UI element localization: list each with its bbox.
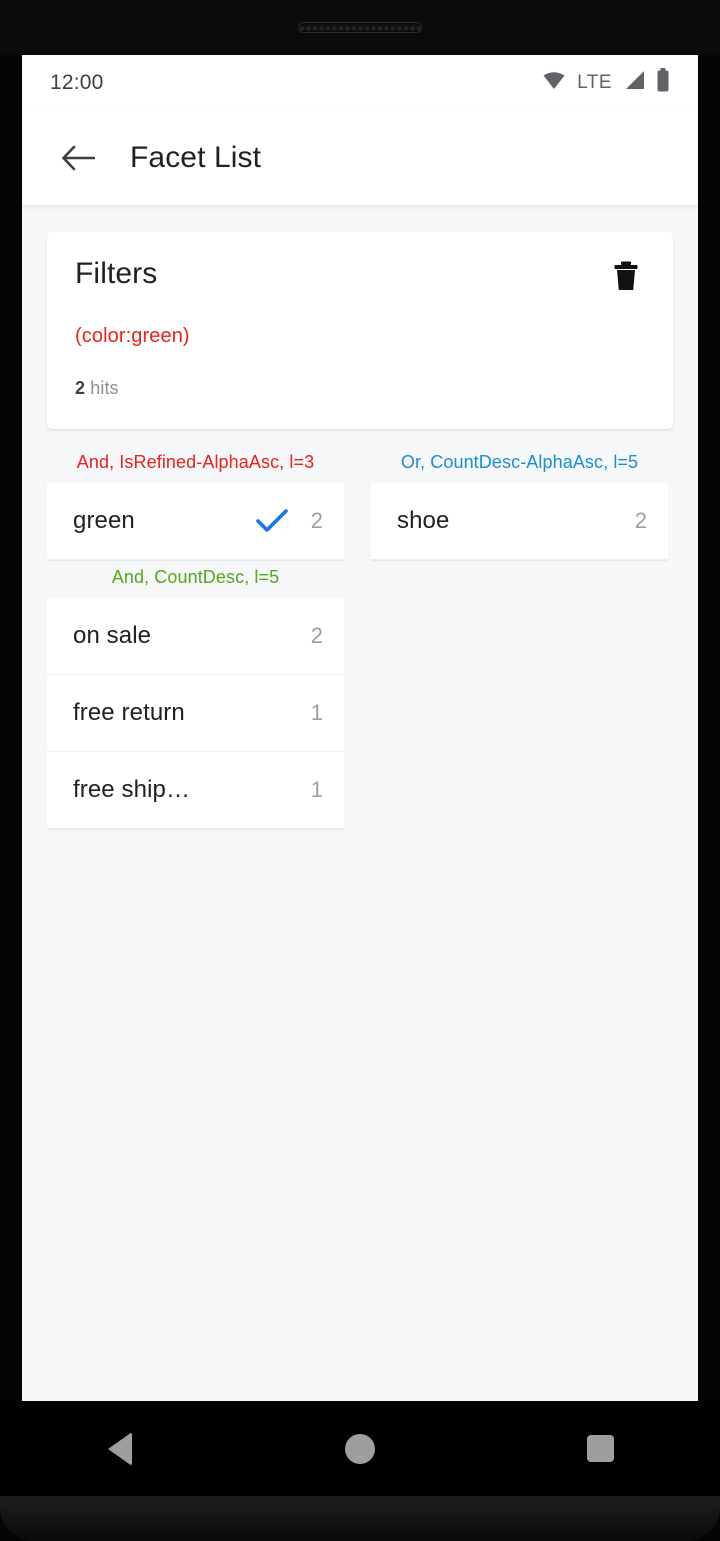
nav-recents-button[interactable] <box>545 1414 655 1484</box>
filters-hits-summary: 2 hits <box>75 378 645 399</box>
page-title: Facet List <box>130 140 262 174</box>
facet-label: on sale <box>73 622 152 649</box>
device-bottom-bezel <box>0 1496 720 1541</box>
facet-count: 2 <box>310 623 323 648</box>
facet-grid: And, IsRefined-AlphaAsc, l=3 green 2 Or, Co… <box>47 445 673 829</box>
battery-icon <box>656 68 670 97</box>
network-type-label: LTE <box>577 71 612 93</box>
status-icon-group: LTE <box>542 68 670 97</box>
facet-row[interactable]: green 2 <box>47 483 344 560</box>
facet-row[interactable]: free return 1 <box>47 675 344 752</box>
facet-label: green <box>73 507 135 534</box>
speaker-grille <box>299 25 421 32</box>
facet-row[interactable]: on sale 2 <box>47 598 344 675</box>
hits-count: 2 <box>75 378 86 398</box>
facet-row[interactable]: free ship… 1 <box>47 752 344 829</box>
facet-row[interactable]: shoe 2 <box>371 483 668 560</box>
facet-count: 1 <box>310 777 323 802</box>
nav-home-icon <box>345 1433 375 1464</box>
facet-list: green 2 <box>47 483 344 560</box>
wifi-icon <box>542 70 566 95</box>
checkmark-icon <box>256 508 288 534</box>
status-bar: 12:00 LTE <box>22 55 698 110</box>
earpiece-speaker <box>298 22 422 33</box>
facet-label: free ship… <box>73 776 191 803</box>
facet-count: 2 <box>310 508 323 533</box>
facet-section-header: And, IsRefined-AlphaAsc, l=3 <box>76 452 315 472</box>
facet-section: Or, CountDesc-AlphaAsc, l=5 shoe 2 <box>371 445 668 560</box>
nav-back-icon <box>108 1431 132 1466</box>
phone-device-frame: 12:00 LTE Facet List Filters (color:gree… <box>0 0 720 1541</box>
facet-list: on sale 2 free return 1 free ship… 1 <box>47 598 344 829</box>
device-top-bezel <box>0 0 720 55</box>
filters-card-header: Filters <box>75 257 645 295</box>
nav-recents-icon <box>586 1435 614 1462</box>
facet-label: free return <box>73 699 185 726</box>
back-button[interactable] <box>52 132 104 184</box>
facet-label: shoe <box>397 507 450 534</box>
status-clock: 12:00 <box>50 70 104 94</box>
phone-screen: 12:00 LTE Facet List Filters (color:gree… <box>22 55 698 1401</box>
facet-section: And, CountDesc, l=5 on sale 2 free return 1 f… <box>47 560 344 829</box>
clear-filters-button[interactable] <box>607 257 645 295</box>
cellular-signal-icon <box>623 70 645 95</box>
back-arrow-icon <box>62 145 95 170</box>
facet-section-header: And, CountDesc, l=5 <box>111 567 280 587</box>
content-area: Filters (color:green) 2 hits And, IsRefi… <box>22 205 698 1401</box>
facet-count: 2 <box>634 508 647 533</box>
hits-label: hits <box>90 378 119 398</box>
system-navigation-bar <box>0 1401 720 1496</box>
facet-count: 1 <box>310 700 323 725</box>
filters-expression: (color:green) <box>75 325 190 347</box>
filters-title: Filters <box>75 257 158 290</box>
trash-icon <box>614 261 638 290</box>
facet-section-header: Or, CountDesc-AlphaAsc, l=5 <box>400 452 639 472</box>
filters-card: Filters (color:green) 2 hits <box>47 232 673 429</box>
facet-list: shoe 2 <box>371 483 668 560</box>
nav-back-button[interactable] <box>65 1414 175 1484</box>
app-bar: Facet List <box>22 110 698 205</box>
nav-home-button[interactable] <box>305 1414 415 1484</box>
facet-section: And, IsRefined-AlphaAsc, l=3 green 2 <box>47 445 344 560</box>
